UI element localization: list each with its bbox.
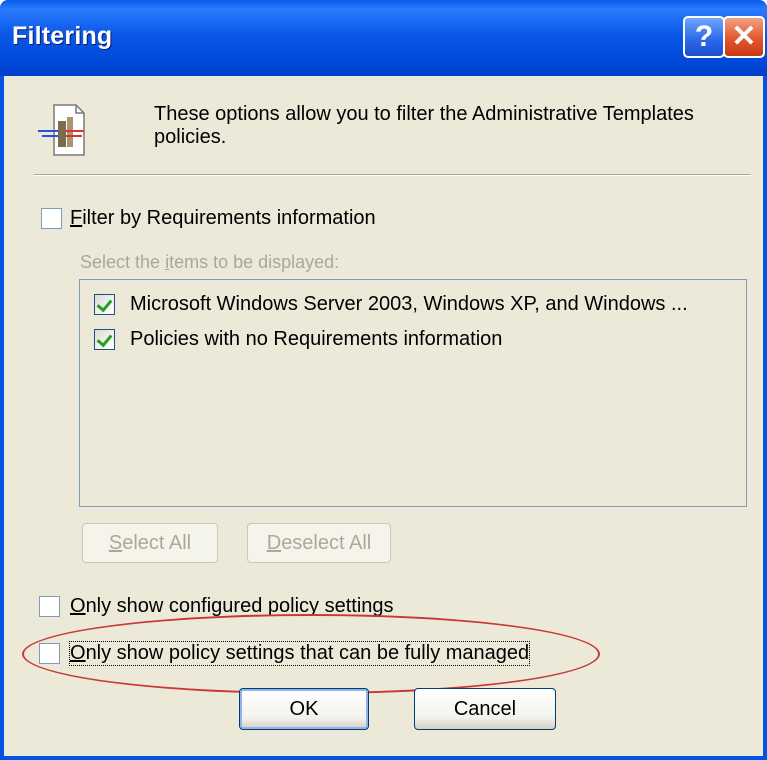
list-item[interactable]: Policies with no Requirements informatio… (130, 328, 502, 351)
cancel-button[interactable]: Cancel (414, 688, 556, 730)
list-item-checkbox[interactable] (94, 329, 115, 350)
select-all-button[interactable]: Select All (82, 523, 218, 563)
dialog-description: These options allow you to filter the Ad… (154, 103, 694, 148)
close-button[interactable]: ✕ (723, 16, 765, 58)
deselect-all-button[interactable]: Deselect All (247, 523, 391, 563)
list-item[interactable]: Microsoft Windows Server 2003, Windows X… (130, 293, 688, 316)
filtering-dialog: Filtering ? ✕ These options allow you to… (0, 0, 767, 760)
configured-only-checkbox[interactable] (39, 596, 60, 617)
help-button[interactable]: ? (683, 16, 725, 58)
dialog-body: These options allow you to filter the Ad… (4, 76, 763, 756)
annotation-ellipse (22, 614, 600, 694)
window-title: Filtering (12, 22, 113, 50)
requirements-list[interactable]: Microsoft Windows Server 2003, Windows X… (79, 279, 747, 507)
filter-document-icon (38, 104, 85, 156)
ok-button[interactable]: OK (239, 688, 369, 730)
separator (34, 174, 751, 176)
close-icon: ✕ (731, 20, 757, 53)
filter-requirements-checkbox[interactable] (41, 208, 62, 229)
items-section-label: Select the items to be displayed: (80, 252, 340, 272)
list-item-checkbox[interactable] (94, 294, 115, 315)
title-bar[interactable]: Filtering ? ✕ (0, 0, 767, 76)
help-icon: ? (694, 20, 714, 53)
filter-requirements-label[interactable]: Filter by Requirements information (70, 207, 376, 230)
